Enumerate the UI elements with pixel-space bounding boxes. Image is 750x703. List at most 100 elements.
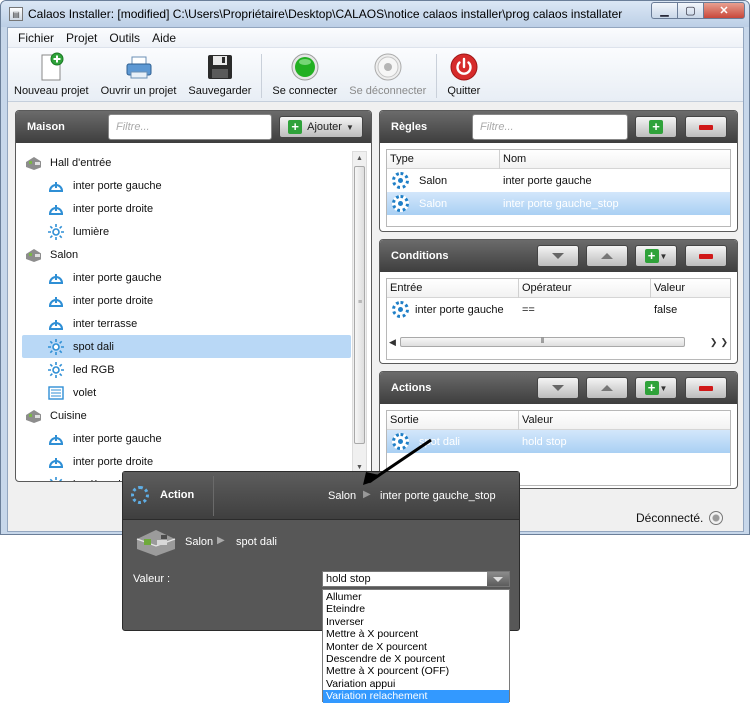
- menu-aide[interactable]: Aide: [146, 31, 182, 45]
- column-header-sortie[interactable]: Sortie: [387, 410, 519, 430]
- remove-action-button[interactable]: [685, 377, 727, 399]
- tree-vertical-scrollbar[interactable]: ▲ ≡ ▼: [352, 151, 367, 475]
- tree-device-item[interactable]: volet: [22, 381, 351, 404]
- dropdown-option[interactable]: Monter de X pourcent: [323, 641, 509, 653]
- dropdown-option[interactable]: Allumer: [323, 591, 509, 603]
- remove-condition-button[interactable]: [685, 245, 727, 267]
- dropdown-option[interactable]: Inverser: [323, 616, 509, 628]
- table-row[interactable]: inter porte gauche == false: [387, 298, 730, 321]
- column-header-valeur[interactable]: Valeur: [651, 279, 730, 298]
- scroll-right-icon[interactable]: ❯: [710, 337, 718, 348]
- light-icon: [48, 223, 64, 240]
- new-project-button[interactable]: Nouveau projet: [11, 52, 92, 97]
- gear-icon: [392, 301, 409, 318]
- condition-entree: inter porte gauche: [415, 303, 504, 316]
- disconnect-button[interactable]: Se déconnecter: [346, 52, 429, 97]
- tree-item-label: Salon: [50, 248, 79, 261]
- scroll-left-icon[interactable]: ◀: [389, 337, 396, 348]
- scroll-right-icon[interactable]: ❯: [720, 337, 728, 348]
- condition-operateur: ==: [522, 303, 535, 316]
- close-window-button[interactable]: ✕: [703, 2, 745, 19]
- regles-filter-input[interactable]: Filtre...: [472, 114, 628, 140]
- maison-header: Maison Filtre... + Ajouter ▼: [16, 111, 371, 143]
- table-row[interactable]: spot dali hold stop: [387, 430, 730, 453]
- column-header-operateur[interactable]: Opérateur: [519, 278, 651, 298]
- client-area: Fichier Projet Outils Aide Nouveau proje…: [7, 27, 744, 532]
- tree-device-item[interactable]: inter porte droite: [22, 197, 351, 220]
- tree-room-item[interactable]: Salon: [22, 243, 351, 266]
- popup-rule-name: inter porte gauche_stop: [380, 490, 496, 502]
- maison-filter-input[interactable]: Filtre...: [108, 114, 272, 140]
- menu-outils[interactable]: Outils: [103, 31, 146, 45]
- dropdown-option[interactable]: Mettre à X pourcent (OFF): [323, 665, 509, 677]
- add-rule-button[interactable]: +: [635, 116, 677, 138]
- tree-room-item[interactable]: Cuisine: [22, 404, 351, 427]
- tree-device-item[interactable]: inter porte gauche: [22, 174, 351, 197]
- column-header-entree[interactable]: Entrée: [387, 278, 519, 298]
- menu-fichier[interactable]: Fichier: [12, 31, 60, 45]
- action-valeur: hold stop: [522, 435, 567, 448]
- save-button[interactable]: Sauvegarder: [185, 52, 254, 97]
- menu-projet[interactable]: Projet: [60, 31, 103, 45]
- new-document-icon: [36, 52, 66, 82]
- move-condition-down-button[interactable]: [537, 245, 579, 267]
- actions-title: Actions: [391, 382, 432, 394]
- tree-item-label: Cuisine: [50, 409, 87, 422]
- tree-device-item[interactable]: inter porte droite: [22, 450, 351, 473]
- remove-rule-button[interactable]: [685, 116, 727, 138]
- connect-button[interactable]: Se connecter: [269, 52, 340, 97]
- toolbar: Nouveau projet Ouvrir un projet Sauvegar…: [8, 48, 743, 102]
- rule-name: inter porte gauche: [503, 174, 592, 187]
- tree-device-item[interactable]: inter porte gauche: [22, 266, 351, 289]
- title-bar[interactable]: ▤ Calaos Installer: [modified] C:\Users\…: [1, 1, 749, 27]
- open-project-label: Ouvrir un projet: [100, 85, 177, 97]
- dropdown-option[interactable]: Variation appui: [323, 678, 509, 690]
- regles-header: Règles Filtre... +: [380, 111, 737, 143]
- move-action-up-button[interactable]: [586, 377, 628, 399]
- rule-type: Salon: [419, 197, 448, 210]
- action-popup-header: Action Salon ▶ inter porte gauche_stop: [123, 472, 519, 520]
- minus-icon: [699, 253, 713, 259]
- tree-device-item[interactable]: spot dali: [22, 335, 351, 358]
- scroll-thumb[interactable]: ⦀: [399, 337, 685, 347]
- dropdown-option[interactable]: Eteindre: [323, 603, 509, 615]
- quit-button[interactable]: Quitter: [444, 52, 483, 97]
- move-action-down-button[interactable]: [537, 377, 579, 399]
- add-action-button[interactable]: + ▼: [635, 377, 677, 399]
- add-device-label: Ajouter: [307, 121, 342, 133]
- dropdown-option[interactable]: Descendre de X pourcent: [323, 653, 509, 665]
- maximize-button[interactable]: ▢: [677, 2, 703, 19]
- tree-device-item[interactable]: inter porte gauche: [22, 427, 351, 450]
- valeur-select[interactable]: hold stop: [322, 571, 510, 587]
- table-row[interactable]: Salon inter porte gauche: [387, 169, 730, 192]
- scroll-thumb[interactable]: ≡: [354, 166, 365, 444]
- menu-bar: Fichier Projet Outils Aide: [8, 28, 743, 48]
- tree-device-item[interactable]: led RGB: [22, 358, 351, 381]
- column-header-valeur[interactable]: Valeur: [519, 411, 730, 430]
- move-condition-up-button[interactable]: [586, 245, 628, 267]
- conditions-table: Entrée Opérateur Valeur inter porte gauc…: [386, 278, 731, 360]
- add-condition-button[interactable]: + ▼: [635, 245, 677, 267]
- app-icon: ▤: [9, 7, 23, 21]
- minimize-button[interactable]: ▁: [651, 2, 677, 19]
- floppy-disk-icon: [205, 52, 235, 82]
- regles-title: Règles: [391, 121, 428, 133]
- tree-device-item[interactable]: inter porte droite: [22, 289, 351, 312]
- tree-room-item[interactable]: Hall d'entrée: [22, 151, 351, 174]
- column-header-nom[interactable]: Nom: [500, 150, 730, 169]
- add-device-button[interactable]: + Ajouter ▼: [279, 116, 363, 138]
- tree-device-item[interactable]: inter terrasse: [22, 312, 351, 335]
- arrow-up-icon: [601, 253, 613, 259]
- plus-icon: +: [649, 120, 663, 134]
- column-header-type[interactable]: Type: [387, 149, 500, 169]
- conditions-horizontal-scrollbar[interactable]: ◀ ⦀ ❯ ❯: [389, 335, 728, 349]
- dropdown-arrow-icon[interactable]: [487, 572, 509, 586]
- chevron-down-icon: ▼: [345, 122, 354, 132]
- scroll-up-icon[interactable]: ▲: [353, 152, 366, 165]
- dropdown-option[interactable]: Mettre à X pourcent: [323, 628, 509, 640]
- open-project-button[interactable]: Ouvrir un projet: [98, 52, 180, 97]
- table-row[interactable]: Salon inter porte gauche_stop: [387, 192, 730, 215]
- valeur-select-value: hold stop: [326, 573, 371, 585]
- tree-device-item[interactable]: lumière: [22, 220, 351, 243]
- dropdown-option[interactable]: Variation relachement: [323, 690, 509, 703]
